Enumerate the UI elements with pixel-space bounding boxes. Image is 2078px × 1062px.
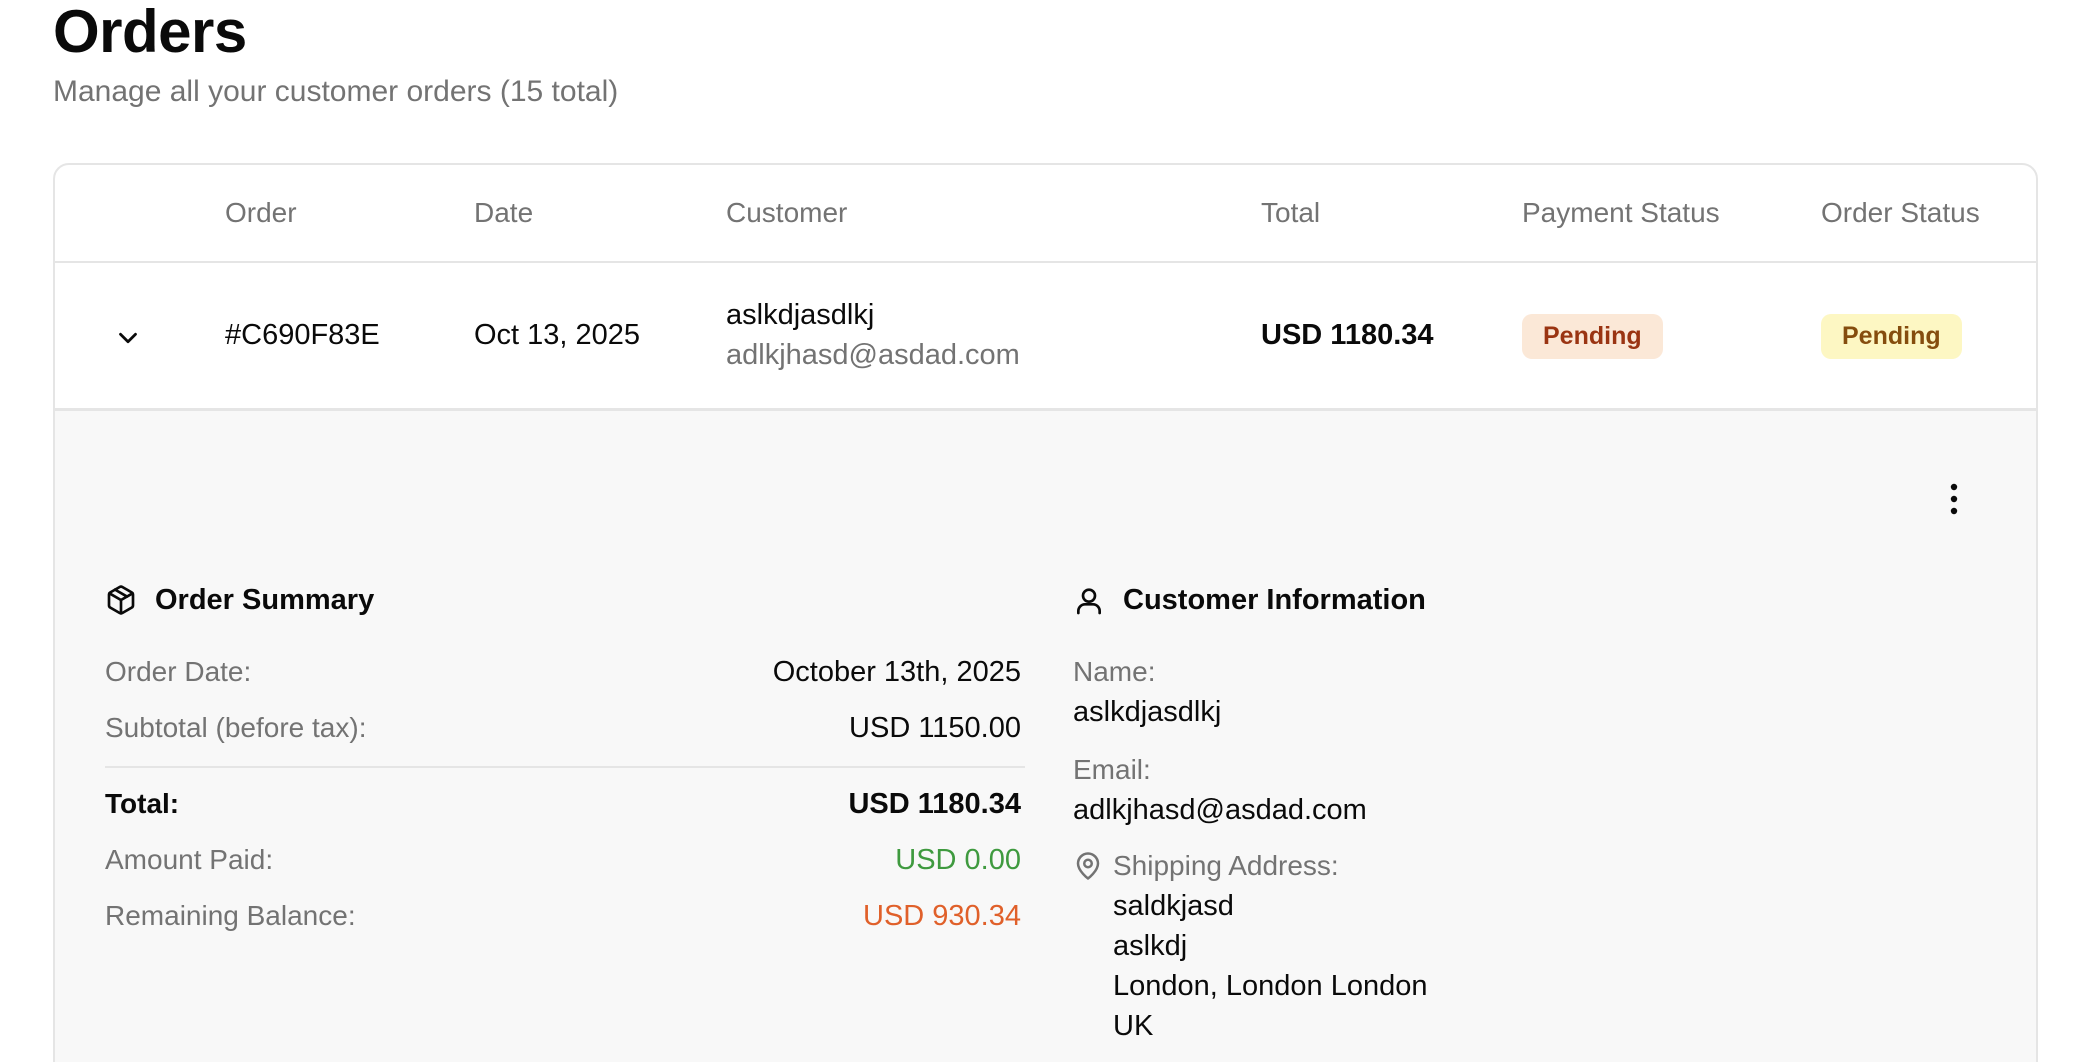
orders-page: Orders Manage all your customer orders (… (0, 0, 2078, 1062)
address-line: aslkdj (1113, 930, 1188, 962)
shipping-address-label: Shipping Address: (1113, 850, 1339, 881)
column-header-payment-status: Payment Status (1522, 197, 1720, 228)
address-line: saldkjasd (1113, 890, 1234, 922)
customer-information-title: Customer Information (1123, 584, 1426, 616)
page-subtitle: Manage all your customer orders (15 tota… (53, 75, 619, 108)
order-date: Oct 13, 2025 (474, 319, 641, 351)
remaining-balance-value: USD 930.34 (863, 900, 1021, 932)
customer-email: adlkjhasd@asdad.com (726, 339, 1020, 371)
total-value: USD 1180.34 (848, 788, 1021, 820)
order-details-panel: Order Summary Order Date: October 13th, … (55, 411, 2036, 1062)
order-summary-title: Order Summary (155, 584, 375, 616)
column-header-date: Date (474, 197, 534, 228)
package-icon (105, 584, 137, 616)
customer-email-label: Email: (1073, 754, 1151, 785)
amount-paid-label: Amount Paid: (105, 844, 274, 875)
order-date-label: Order Date: (105, 656, 252, 687)
customer-name-label: Name: (1073, 656, 1156, 687)
user-icon (1073, 585, 1105, 617)
map-pin-icon (1073, 851, 1103, 881)
amount-paid-value: USD 0.00 (895, 844, 1021, 876)
order-id[interactable]: #C690F83E (225, 317, 380, 353)
table-row[interactable]: #C690F83E Oct 13, 2025 aslkdjasdlkj adlk… (55, 263, 2036, 411)
payment-status-badge: Pending (1522, 314, 1663, 359)
page-title: Orders (53, 0, 247, 65)
address-line: London, London London (1113, 970, 1428, 1002)
customer-name-value: aslkdjasdlkj (1073, 696, 1222, 728)
address-line: UK (1113, 1010, 1154, 1042)
column-header-total: Total (1261, 197, 1321, 228)
customer-name: aslkdjasdlkj (726, 299, 875, 331)
column-header-order: Order (225, 197, 297, 228)
subtotal-label: Subtotal (before tax): (105, 712, 367, 743)
subtotal-value: USD 1150.00 (849, 712, 1021, 744)
customer-email-value: adlkjhasd@asdad.com (1073, 794, 1367, 826)
more-vertical-icon[interactable] (1942, 481, 1966, 517)
order-status-badge: Pending (1821, 314, 1962, 359)
order-date-value: October 13th, 2025 (772, 656, 1021, 688)
order-total: USD 1180.34 (1261, 319, 1434, 351)
column-header-order-status: Order Status (1821, 197, 1980, 228)
orders-table: Order Date Customer Total Payment Status… (53, 163, 2038, 1062)
table-header: Order Date Customer Total Payment Status… (55, 165, 2036, 263)
total-label: Total: (105, 788, 180, 819)
summary-divider (105, 766, 1025, 768)
chevron-down-icon[interactable] (113, 323, 143, 353)
column-header-customer: Customer (726, 197, 848, 228)
remaining-balance-label: Remaining Balance: (105, 900, 356, 931)
